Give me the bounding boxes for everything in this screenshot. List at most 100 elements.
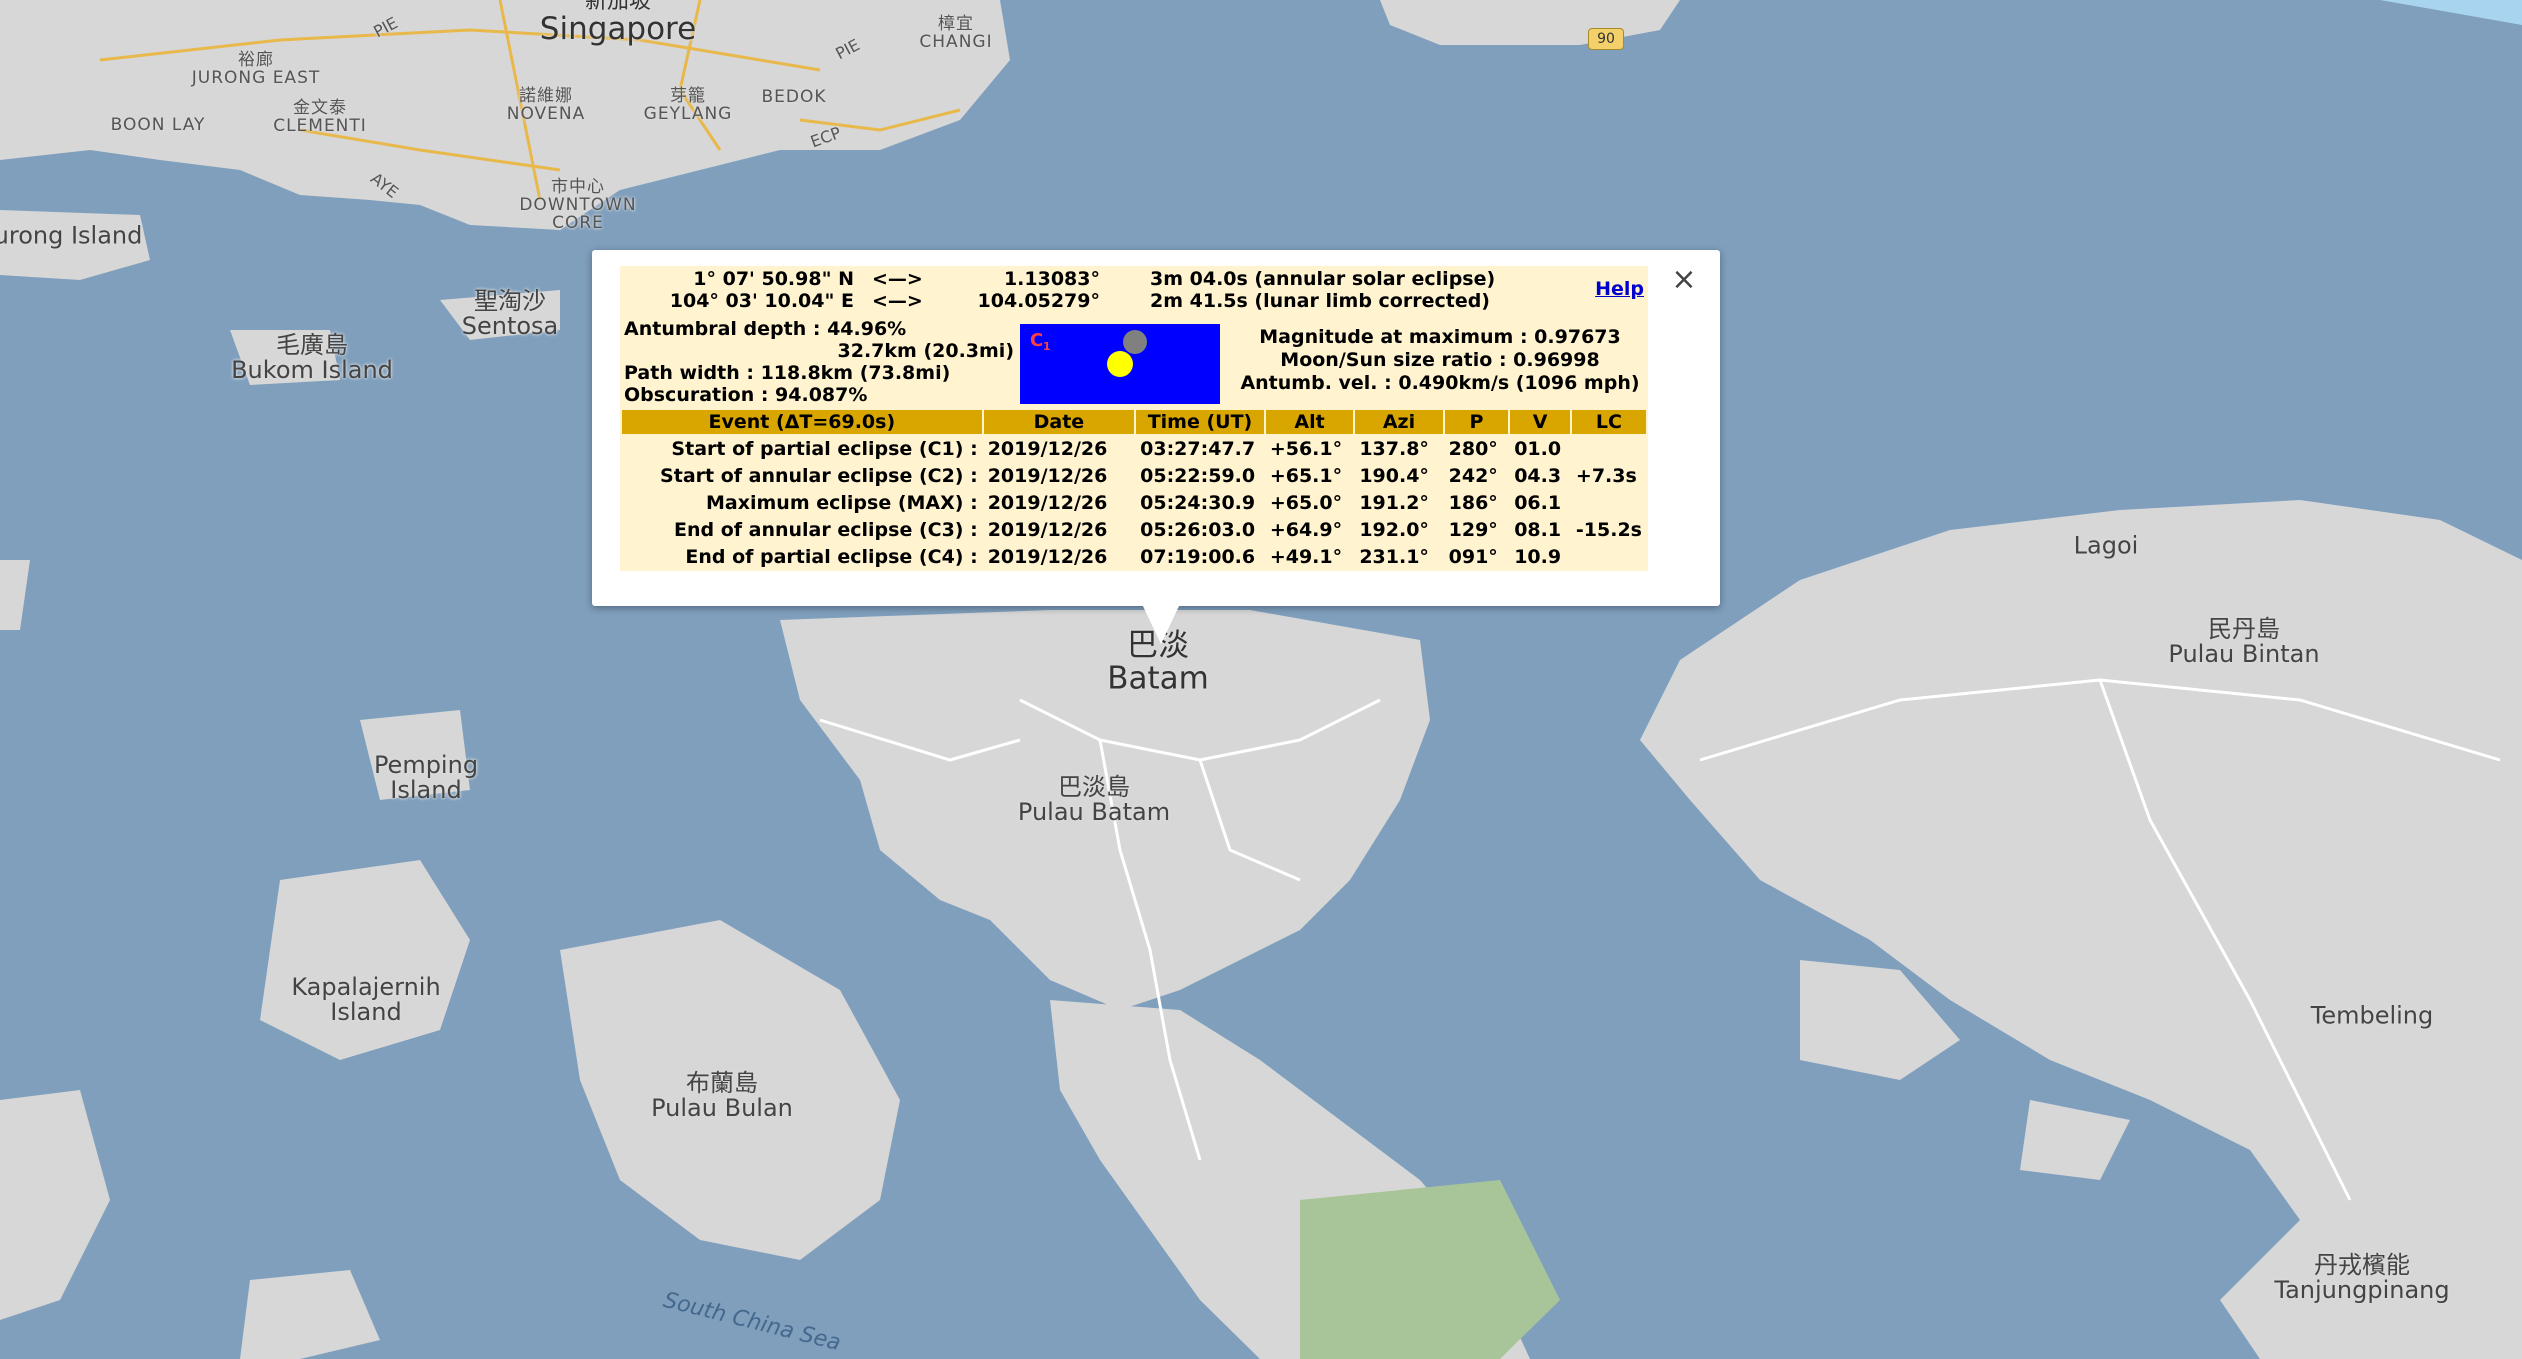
map-canvas[interactable] [0,0,2522,1359]
place-name: Singapore [539,11,697,48]
place-jurong-island: urong Island [0,223,142,248]
v-cell: 06.1 [1514,491,1562,514]
place-lagoi: Lagoi [2074,533,2139,558]
magnitude-at-maximum: Magnitude at maximum : 0.97673 [1259,326,1621,348]
date-cell: 2019/12/26 [987,545,1108,568]
column-header-date: Date [983,410,1135,434]
moon-disc [1123,330,1147,354]
place-name: BEDOK [761,87,827,108]
time-cell: 05:24:30.9 [1140,491,1256,514]
place-changi: 樟宜 CHANGI [919,15,992,52]
time-cell: 05:22:59.0 [1140,464,1256,487]
alt-cell: +65.0° [1269,491,1343,514]
v-cell: 04.3 [1514,464,1562,487]
place-name: Pulau Bulan [651,1094,793,1122]
place-name: Pemping Island [373,750,479,804]
azi-cell: 231.1° [1359,545,1429,568]
arrow-lat: <—> [872,268,923,290]
place-pemping-island: Pemping Island [366,750,486,804]
place-name: Batam [1107,660,1209,696]
help-link[interactable]: Help [1595,278,1644,300]
place-name: NOVENA [506,104,586,124]
table-row: Start of partial eclipse (C1) : 2019/12/… [622,436,1646,461]
v-cell: 01.0 [1514,437,1562,460]
place-bedok: BEDOK [761,87,827,108]
time-cell: 07:19:00.6 [1140,545,1256,568]
place-name: Bukom Island [231,356,393,384]
eclipse-events-table: Event (ΔT=69.0s) Date Time (UT) Alt Azi … [620,408,1648,571]
eclipse-diagram: C 1 [1020,324,1220,404]
lc-cell [1572,544,1646,569]
place-tembeling: Tembeling [2311,1003,2434,1028]
event-cell: Start of annular eclipse (C2) : [660,464,978,487]
moon-sun-size-ratio: Moon/Sun size ratio : 0.96998 [1280,349,1600,371]
longitude-decimal: 104.05279° [977,290,1100,312]
table-row: End of annular eclipse (C3) : 2019/12/26… [622,517,1646,542]
place-name: Pulau Batam [1017,798,1171,826]
table-row: End of partial eclipse (C4) : 2019/12/26… [622,544,1646,569]
place-geylang: 芽籠 GEYLANG [644,87,733,124]
lc-cell: -15.2s [1575,518,1642,541]
table-row: Maximum eclipse (MAX) : 2019/12/26 05:24… [622,490,1646,515]
place-name: Kapalajernih Island [291,972,441,1026]
date-cell: 2019/12/26 [987,464,1108,487]
column-header-v: V [1510,410,1570,434]
place-name: Pulau Bintan [2168,640,2320,668]
obscuration: Obscuration : 94.087% [624,384,868,406]
place-name-native: 民丹島 [2208,614,2280,643]
alt-cell: +56.1° [1269,437,1343,460]
place-name-native: 毛廣島 [276,330,348,359]
antumbral-depth-km: 32.7km (20.3mi) [837,340,1014,362]
place-name-native: 丹戎檳能 [2313,1250,2410,1279]
contact-label-sub: 1 [1043,340,1051,353]
path-width: Path width : 118.8km (73.8mi) [624,362,951,384]
place-name: DOWNTOWN CORE [519,195,637,233]
place-name: JURONG EAST [191,68,321,88]
place-name-native: 布蘭島 [686,1068,758,1097]
place-singapore: 新加坡 Singapore [540,0,696,46]
eclipse-duration-corrected: 2m 41.5s (lunar limb corrected) [1150,290,1490,312]
eclipse-duration: 3m 04.0s (annular solar eclipse) [1150,268,1496,290]
latitude-dms: 1° 07' 50.98" N [693,268,854,290]
v-cell: 08.1 [1514,518,1562,541]
place-sentosa: 聖淘沙 Sentosa [462,288,559,339]
place-tanjungpinang: 丹戎檳能 Tanjungpinang [2274,1250,2450,1304]
latitude-decimal: 1.13083° [1003,268,1100,290]
alt-cell: +64.9° [1269,518,1343,541]
alt-cell: +65.1° [1269,464,1343,487]
place-name: BOON LAY [110,115,206,136]
place-kapalajernih-island: Kapalajernih Island [281,972,451,1026]
antumbral-depth: Antumbral depth : 44.96% [624,318,907,340]
column-header-p: P [1444,410,1509,434]
place-downtown-core: 市中心 DOWNTOWN CORE [518,178,638,233]
eclipse-info-panel: 1° 07' 50.98" N 104° 03' 10.04" E <—> <—… [620,266,1648,571]
place-novena: 諾維娜 NOVENA [506,87,586,124]
place-pulau-bintan: 民丹島 Pulau Bintan [2168,614,2320,668]
date-cell: 2019/12/26 [987,437,1108,460]
close-icon[interactable]: × [1668,264,1700,296]
time-cell: 05:26:03.0 [1140,518,1256,541]
column-header-event: Event (ΔT=69.0s) [622,410,982,434]
eclipse-info-popup: × 1° 07' 50.98" N 104° 03' 10.04" E <—> … [592,250,1720,606]
longitude-dms: 104° 03' 10.04" E [669,290,854,312]
place-name: CLEMENTI [273,116,367,136]
azi-cell: 192.0° [1359,518,1429,541]
place-boon-lay: BOON LAY [110,115,206,136]
eclipse-diagram-svg: C 1 [1020,324,1220,404]
place-name: Lagoi [2073,531,2139,560]
date-cell: 2019/12/26 [987,518,1108,541]
place-bukom-island: 毛廣島 Bukom Island [231,330,393,384]
place-clementi: 金文泰 CLEMENTI [273,99,367,136]
column-header-alt: Alt [1265,410,1354,434]
lc-cell [1572,490,1646,515]
event-cell: End of annular eclipse (C3) : [673,518,978,541]
place-jurong-east: 裕廊 JURONG EAST [191,51,321,88]
place-name: urong Island [0,221,143,250]
highway-shield: 90 [1588,28,1624,50]
arrow-lon: <—> [872,290,923,312]
table-row: Start of annular eclipse (C2) : 2019/12/… [622,463,1646,488]
place-name: Tanjungpinang [2274,1276,2450,1304]
place-name: Tembeling [2310,1001,2434,1030]
p-cell: 129° [1448,518,1498,541]
place-name-native: 巴淡島 [1058,772,1130,801]
